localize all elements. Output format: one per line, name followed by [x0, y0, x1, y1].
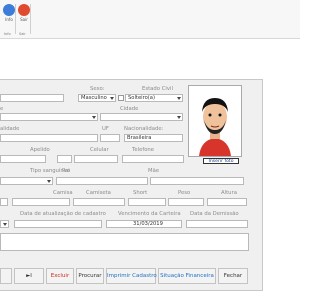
data-atualizacao-field[interactable] — [14, 220, 102, 228]
celular-field[interactable] — [74, 155, 118, 163]
nacionalidade-label: Nacionalidade: — [124, 126, 164, 132]
estado-select[interactable] — [0, 113, 98, 121]
naturalidade-label: alidade — [0, 126, 20, 132]
peso-label: Peso — [178, 190, 191, 196]
celular-label: Celular — [90, 147, 109, 153]
data-demissao-label: Data da Demissão — [190, 211, 239, 217]
pai-label: Pai — [62, 168, 70, 174]
info-icon — [3, 4, 15, 16]
cidade-label: Cidade — [120, 106, 139, 112]
data-demissao-field[interactable] — [186, 220, 248, 228]
pai-field[interactable] — [56, 177, 148, 185]
telefone-field[interactable] — [122, 155, 184, 163]
vencimento-label: Vencimento da Carteira — [118, 211, 181, 217]
insert-photo-button[interactable]: Inserir foto — [203, 158, 239, 164]
vencimento-field[interactable]: 31/03/2019 — [106, 220, 182, 228]
ribbon-group-sair: Sair — [19, 32, 26, 36]
data-atualizacao-label: Data de atualização de cadastro — [20, 211, 106, 217]
last-record-button[interactable]: ►I — [14, 268, 44, 284]
mae-field[interactable] — [150, 177, 244, 185]
nome-field[interactable] — [0, 94, 64, 102]
apelido-label: Apelido — [30, 147, 50, 153]
peso-field[interactable] — [168, 198, 204, 206]
exit-button-label: Sair — [20, 17, 28, 22]
camisa-label: Camisa — [53, 190, 73, 196]
exit-button[interactable]: Sair — [17, 4, 31, 22]
short-label: Short — [133, 190, 148, 196]
previous-button[interactable] — [0, 268, 12, 284]
altura-label: Altura — [221, 190, 237, 196]
avatar — [189, 86, 241, 156]
situacao-financeira-button[interactable]: Situação Financeira — [158, 268, 216, 284]
mae-label: Mãe — [148, 168, 160, 174]
sexo-select[interactable]: Masculino — [78, 94, 116, 102]
ribbon-divider — [15, 4, 16, 34]
info-button-label: Info — [5, 17, 13, 22]
sexo-checkbox[interactable] — [118, 95, 124, 101]
cidade-select[interactable] — [100, 113, 183, 121]
altura-field[interactable] — [207, 198, 247, 206]
e-label: e — [0, 106, 4, 112]
bottom-toolbar: ►I Excluir Procurar Imprimir Cadastro Si… — [0, 268, 262, 286]
size-field[interactable] — [0, 198, 8, 206]
cadastro-window: Sexo: Estado Civil Masculino Solteiro(a)… — [0, 79, 263, 291]
ddd-celular-field[interactable] — [57, 155, 72, 163]
camiseta-field[interactable] — [73, 198, 125, 206]
imprimir-cadastro-button[interactable]: Imprimir Cadastro — [106, 268, 157, 284]
estado-civil-select[interactable]: Solteiro(a) — [125, 94, 183, 102]
naturalidade-field[interactable] — [0, 134, 98, 142]
uf-label: UF — [102, 126, 109, 132]
nacionalidade-field[interactable]: Brasileira — [124, 134, 183, 142]
fechar-button[interactable]: Fechar — [218, 268, 248, 284]
procurar-button[interactable]: Procurar — [76, 268, 104, 284]
observacoes-area[interactable] — [0, 233, 249, 251]
camisa-field[interactable] — [12, 198, 70, 206]
info-button[interactable]: Info — [2, 4, 16, 22]
tipo-sanguineo-select[interactable] — [0, 177, 53, 185]
short-field[interactable] — [128, 198, 166, 206]
ribbon-bar: Info Sair Info Sair — [0, 0, 300, 39]
uf-field[interactable] — [100, 134, 120, 142]
excluir-button[interactable]: Excluir — [46, 268, 74, 284]
estado-civil-label: Estado Civil — [142, 86, 173, 92]
apelido-field[interactable] — [0, 155, 46, 163]
sexo-label: Sexo: — [90, 86, 105, 92]
ribbon-group-info: Info — [4, 32, 11, 36]
camiseta-label: Camiseta — [86, 190, 111, 196]
photo-frame — [188, 85, 242, 157]
small-select[interactable] — [0, 220, 9, 228]
vencimento-value: 31/03/2019 — [133, 221, 163, 227]
telefone-label: Telefone — [132, 147, 155, 153]
exit-icon — [18, 4, 30, 16]
ribbon-divider — [30, 4, 31, 34]
